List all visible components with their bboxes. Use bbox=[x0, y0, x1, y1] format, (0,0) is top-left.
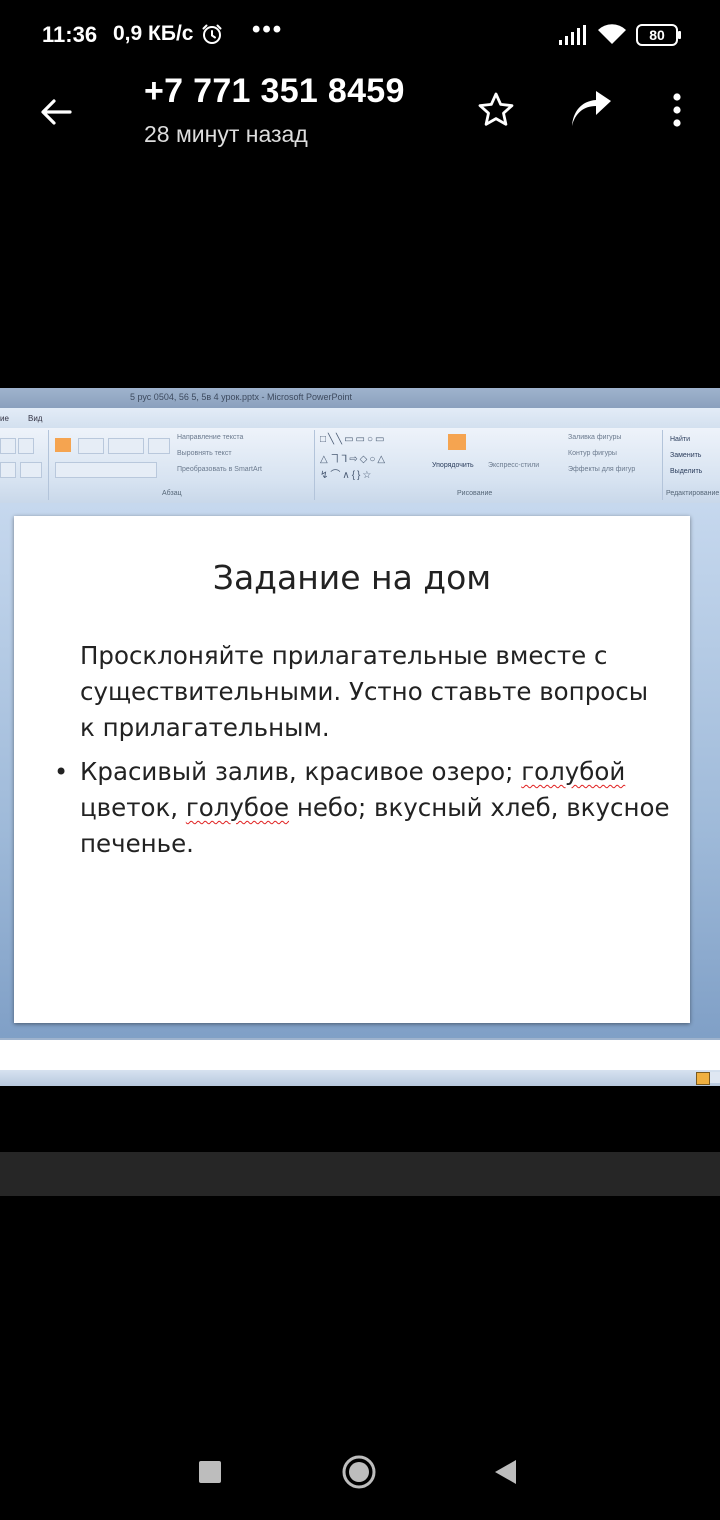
wifi-icon bbox=[598, 24, 626, 44]
ribbon-shape-fill: Заливка фигуры bbox=[568, 434, 622, 441]
ribbon-shape-outline: Контур фигуры bbox=[568, 450, 617, 457]
slide-paragraph: Просклоняйте прилагательные вместе с сущ… bbox=[80, 641, 649, 742]
alarm-icon bbox=[202, 24, 222, 44]
message-image[interactable]: 5 рус 0504, 56 5, 5в 4 урок.pptx - Micro… bbox=[0, 388, 720, 1086]
battery-level: 80 bbox=[649, 27, 665, 43]
bottom-strip bbox=[0, 1152, 720, 1196]
indent-icon bbox=[108, 438, 144, 454]
ribbon-express-styles: Экспресс-стили bbox=[488, 462, 540, 469]
ppt-ribbon-tabs bbox=[0, 408, 720, 428]
align-buttons bbox=[55, 462, 157, 478]
network-speed: 0,9 КБ/с bbox=[113, 22, 194, 45]
ribbon-button bbox=[20, 462, 42, 478]
recents-square-icon[interactable] bbox=[199, 1461, 221, 1483]
slide-bullet: • Красивый залив, красивое озеро; голубой… bbox=[54, 754, 670, 862]
ribbon-smartart: Преобразовать в SmartArt bbox=[177, 466, 262, 473]
shapes-gallery-row: □╲╲▭▭○▭ bbox=[320, 434, 387, 445]
signal-icon bbox=[559, 25, 586, 45]
share-icon[interactable] bbox=[568, 90, 614, 130]
more-vert-icon[interactable] bbox=[665, 90, 689, 130]
ppt-status-bar bbox=[0, 1070, 720, 1086]
received-time: 28 минут назад bbox=[144, 121, 308, 147]
ribbon-group-drawing: Рисование bbox=[457, 490, 493, 497]
slide: Задание на дом Просклоняйте прилагательн… bbox=[14, 516, 690, 1023]
ribbon-select: Выделить bbox=[670, 468, 703, 475]
notification-dots: ••• bbox=[252, 16, 284, 43]
line-spacing-icon bbox=[148, 438, 170, 454]
ribbon-separator bbox=[662, 430, 663, 500]
back-arrow-icon[interactable] bbox=[36, 92, 76, 132]
ribbon-button bbox=[0, 462, 16, 478]
ribbon-group-editing: Редактирование bbox=[666, 490, 720, 497]
view-sorter-icon bbox=[710, 1072, 720, 1083]
back-triangle-icon[interactable] bbox=[492, 1458, 518, 1486]
bullet-text-part: Красивый залив, красивое озеро; bbox=[80, 757, 522, 786]
arrange-icon bbox=[448, 434, 466, 450]
ppt-window-titlebar bbox=[0, 388, 720, 408]
status-bar: 11:36 0,9 КБ/с ••• 80 bbox=[0, 0, 720, 70]
home-circle-icon[interactable] bbox=[342, 1455, 376, 1489]
ppt-tab-partial: ие bbox=[0, 414, 9, 423]
ribbon-find: Найти bbox=[670, 436, 690, 443]
bullet-icon: • bbox=[54, 758, 69, 786]
ribbon-align-text: Выровнять текст bbox=[177, 450, 232, 457]
ppt-ribbon: Направление текста Выровнять текст Преоб… bbox=[0, 428, 720, 504]
bullet-text-part: цветок, bbox=[80, 793, 186, 822]
misspelled-word: голубое bbox=[185, 793, 290, 822]
ribbon-separator bbox=[314, 430, 315, 500]
bullets-icon bbox=[55, 438, 71, 452]
slide-title: Задание на дом bbox=[212, 558, 492, 597]
ribbon-button bbox=[0, 438, 16, 454]
misspelled-word: голубой bbox=[521, 757, 626, 786]
shapes-gallery-row: ↯⌒∧{}☆ bbox=[320, 470, 374, 481]
ppt-tab-view: Вид bbox=[28, 414, 43, 423]
ribbon-replace: Заменить bbox=[670, 452, 702, 459]
ribbon-separator bbox=[48, 430, 49, 500]
numbering-icon bbox=[78, 438, 104, 454]
ribbon-button bbox=[18, 438, 34, 454]
star-icon[interactable] bbox=[476, 90, 516, 130]
ribbon-group-paragraph: Абзац bbox=[162, 490, 182, 497]
view-normal-icon bbox=[696, 1072, 710, 1085]
ribbon-shape-effects: Эффекты для фигур bbox=[568, 466, 636, 473]
ppt-window-title: 5 рус 0504, 56 5, 5в 4 урок.pptx - Micro… bbox=[130, 392, 353, 402]
shapes-gallery-row: △ヿ⅂⇨◇○△ bbox=[320, 454, 388, 465]
notes-pane bbox=[0, 1038, 720, 1072]
status-time: 11:36 bbox=[42, 22, 98, 47]
contact-number: +7 771 351 8459 bbox=[144, 72, 405, 110]
slide-body: Просклоняйте прилагательные вместе с сущ… bbox=[54, 638, 670, 862]
ribbon-arrange: Упорядочить bbox=[432, 462, 474, 469]
ribbon-text-direction: Направление текста bbox=[177, 434, 244, 441]
